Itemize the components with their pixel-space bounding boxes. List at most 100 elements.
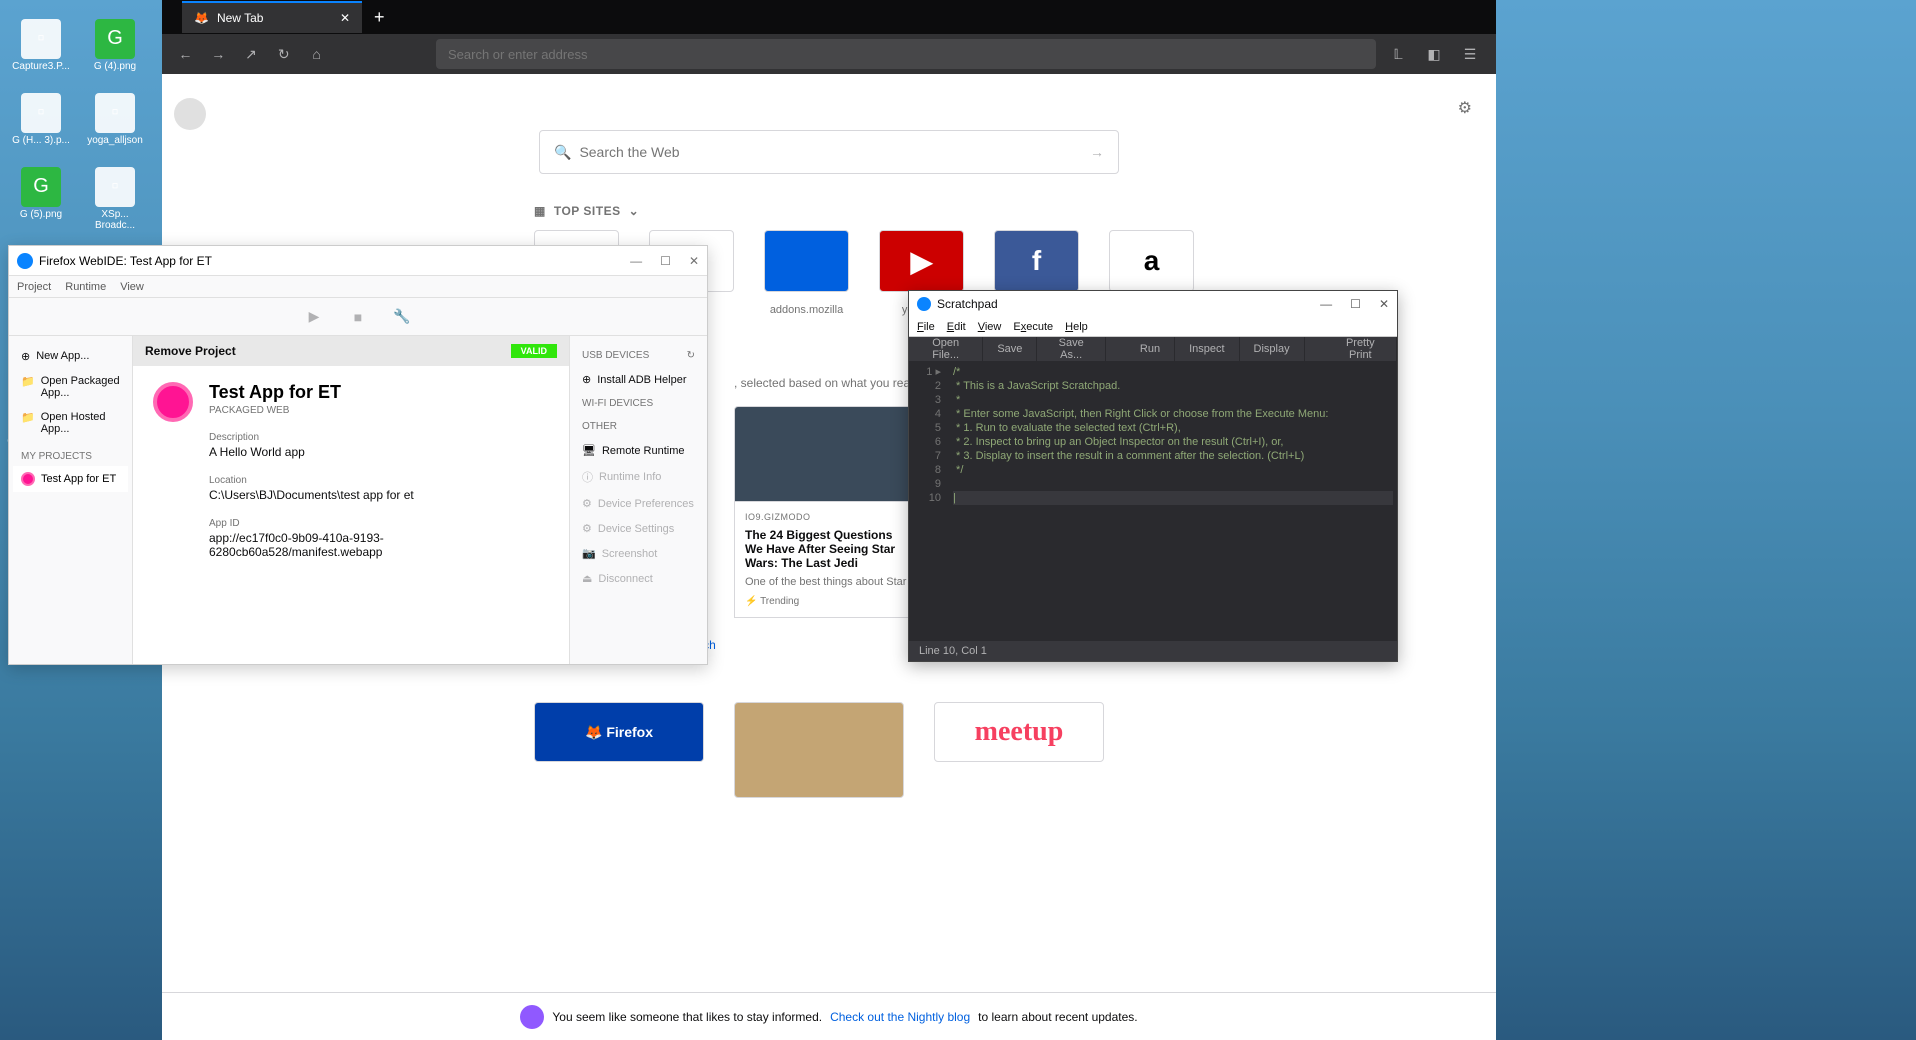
- save-button[interactable]: Save: [983, 337, 1037, 361]
- webide-title: Firefox WebIDE: Test App for ET: [39, 254, 212, 268]
- scratchpad-title: Scratchpad: [937, 297, 998, 311]
- search-input[interactable]: [579, 144, 1090, 160]
- desktop-icon[interactable]: ▫Capture3.P...: [6, 10, 76, 80]
- tile-label: addons.mozilla: [770, 304, 843, 316]
- device-prefs-item: ⚙ Device Preferences: [578, 491, 699, 516]
- app-name: Test App for ET: [209, 382, 549, 403]
- app-icon: [153, 382, 193, 422]
- dev-button[interactable]: ↗: [238, 38, 265, 70]
- pocket-card[interactable]: IO9.GIZMODO The 24 Biggest Questions We …: [734, 406, 924, 618]
- pocket-card-image[interactable]: [734, 702, 904, 798]
- scratchpad-window: Scratchpad — ☐ ✕ File Edit View Execute …: [908, 290, 1398, 662]
- display-button[interactable]: Display: [1240, 337, 1305, 361]
- go-arrow-icon[interactable]: →: [1090, 144, 1104, 160]
- status-bar: Line 10, Col 1: [909, 641, 1397, 661]
- menu-project[interactable]: Project: [17, 281, 51, 293]
- webide-sidebar: ⊕ New App... 📁 Open Packaged App... 📁 Op…: [9, 336, 133, 664]
- close-button[interactable]: ✕: [689, 254, 699, 268]
- back-button[interactable]: ←: [172, 38, 199, 70]
- file-icon: ▫: [21, 19, 61, 59]
- project-icon: [21, 472, 35, 486]
- tab-new-tab[interactable]: 🦊 New Tab ✕: [182, 1, 362, 33]
- nightly-banner: You seem like someone that likes to stay…: [162, 992, 1496, 1040]
- top-site-tile[interactable]: addons.mozilla: [764, 230, 849, 316]
- menu-execute[interactable]: Execute: [1013, 321, 1053, 333]
- desktop-icon[interactable]: ▫XSp... Broadc...: [80, 164, 150, 234]
- app-description: A Hello World app: [209, 445, 549, 459]
- scratchpad-editor[interactable]: 1 ▸ 2 3 4 5 6 7 8 9 10 /* * This is a Ja…: [909, 361, 1397, 641]
- open-file-button[interactable]: Open File...: [909, 337, 983, 361]
- desktop-icon[interactable]: ▫G (H... 3).p...: [6, 84, 76, 154]
- minimize-button[interactable]: —: [630, 254, 642, 268]
- maximize-button[interactable]: ☐: [660, 254, 671, 268]
- scratchpad-icon: [917, 297, 931, 311]
- my-projects-header: MY PROJECTS: [13, 441, 128, 466]
- inspect-button[interactable]: Inspect: [1175, 337, 1239, 361]
- forward-button[interactable]: →: [205, 38, 232, 70]
- open-packaged-action[interactable]: 📁 Open Packaged App...: [13, 369, 128, 405]
- meetup-tile[interactable]: meetup: [934, 702, 1104, 762]
- webide-window: Firefox WebIDE: Test App for ET — ☐ ✕ Pr…: [8, 245, 708, 665]
- scratchpad-menubar: File Edit View Execute Help: [909, 317, 1397, 337]
- file-icon: G: [95, 19, 135, 59]
- gear-icon[interactable]: ⚙: [1458, 98, 1472, 118]
- desktop-icon[interactable]: ▫yoga_alljson: [80, 84, 150, 154]
- menu-view[interactable]: View: [978, 321, 1002, 333]
- firefox-dev-tile[interactable]: 🦊 Firefox: [534, 702, 704, 762]
- file-icon: ▫: [21, 93, 61, 133]
- desktop-icon[interactable]: GG (5).png: [6, 158, 76, 228]
- card-source: IO9.GIZMODO: [745, 512, 913, 522]
- valid-badge: VALID: [511, 344, 557, 358]
- maximize-button[interactable]: ☐: [1350, 297, 1361, 311]
- home-button[interactable]: ⌂: [303, 38, 330, 70]
- project-item[interactable]: Test App for ET: [13, 466, 128, 492]
- tile-thumbnail: a: [1109, 230, 1194, 292]
- runtime-info-item: ⓘ Runtime Info: [578, 463, 699, 491]
- wrench-button[interactable]: 🔧: [390, 305, 414, 329]
- menu-file[interactable]: File: [917, 321, 935, 333]
- search-icon: 🔍: [554, 144, 571, 161]
- nightly-icon: [520, 1005, 544, 1029]
- firefox-icon: 🦊: [194, 11, 209, 25]
- line-gutter: 1 ▸ 2 3 4 5 6 7 8 9 10: [909, 361, 949, 641]
- nightly-blog-link[interactable]: Check out the Nightly blog: [830, 1010, 970, 1024]
- open-hosted-action[interactable]: 📁 Open Hosted App...: [13, 405, 128, 441]
- menu-edit[interactable]: Edit: [947, 321, 966, 333]
- tab-close-icon[interactable]: ✕: [340, 11, 350, 25]
- file-icon: ▫: [95, 93, 135, 133]
- save-as-button[interactable]: Save As...: [1037, 337, 1105, 361]
- desktop-icon[interactable]: GG (4).png: [80, 10, 150, 80]
- remote-runtime-item[interactable]: 🖥 Remote Runtime: [578, 438, 699, 463]
- search-box[interactable]: 🔍 →: [539, 130, 1119, 174]
- menu-button[interactable]: ☰: [1454, 38, 1486, 70]
- screenshot-item: 📷 Screenshot: [578, 541, 699, 566]
- card-image: [734, 406, 924, 502]
- close-button[interactable]: ✕: [1379, 297, 1389, 311]
- code-area[interactable]: /* * This is a JavaScript Scratchpad. * …: [949, 361, 1397, 641]
- scratchpad-titlebar: Scratchpad — ☐ ✕: [909, 291, 1397, 317]
- new-app-action[interactable]: ⊕ New App...: [13, 344, 128, 369]
- remove-project-button[interactable]: Remove Project: [145, 344, 236, 358]
- card-desc: One of the best things about Star: [745, 576, 913, 588]
- chevron-down-icon: ⌄: [629, 204, 640, 218]
- menu-runtime[interactable]: Runtime: [65, 281, 106, 293]
- tile-thumbnail: f: [994, 230, 1079, 292]
- stop-button[interactable]: ■: [346, 305, 370, 329]
- minimize-button[interactable]: —: [1320, 297, 1332, 311]
- top-sites-header[interactable]: ▦ TOP SITES ⌄: [534, 204, 1496, 218]
- refresh-icon[interactable]: ↻: [687, 350, 695, 361]
- pretty-print-button[interactable]: Pretty Print: [1325, 337, 1397, 361]
- menu-view[interactable]: View: [120, 281, 144, 293]
- firefox-logo-icon: [174, 98, 206, 130]
- play-button[interactable]: ▶: [302, 305, 326, 329]
- new-tab-button[interactable]: +: [374, 7, 385, 28]
- reload-button[interactable]: ↻: [270, 38, 297, 70]
- run-button[interactable]: Run: [1126, 337, 1175, 361]
- library-button[interactable]: 𝕃: [1382, 38, 1414, 70]
- install-adb-item[interactable]: ⊕ Install ADB Helper: [578, 367, 699, 392]
- url-bar[interactable]: [436, 39, 1376, 69]
- sidebar-button[interactable]: ◧: [1418, 38, 1450, 70]
- app-location: C:\Users\BJ\Documents\test app for et: [209, 488, 549, 502]
- menu-help[interactable]: Help: [1065, 321, 1088, 333]
- device-settings-item: ⚙ Device Settings: [578, 516, 699, 541]
